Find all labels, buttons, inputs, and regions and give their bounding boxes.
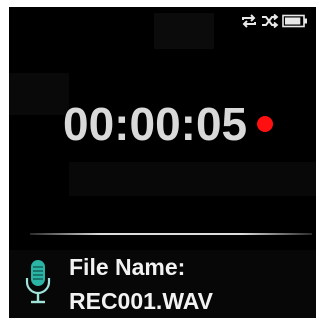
status-bar: [240, 13, 308, 29]
background-block: [154, 13, 214, 49]
recorder-screen: 00:00:05 File Name: REC001.WAV: [9, 7, 316, 318]
elapsed-time: 00:00:05: [63, 98, 248, 150]
repeat-icon: [240, 14, 258, 28]
divider: [30, 233, 312, 235]
background-block: [9, 73, 69, 115]
recording-indicator-icon: [257, 116, 274, 132]
shuffle-icon: [261, 14, 279, 28]
background-block: [69, 162, 316, 196]
microphone-icon: [24, 258, 52, 313]
elapsed-timer: 00:00:05: [63, 98, 274, 150]
file-name-value: REC001.WAV: [69, 288, 214, 314]
file-name-label: File Name:: [69, 254, 186, 280]
battery-icon: [282, 14, 308, 28]
